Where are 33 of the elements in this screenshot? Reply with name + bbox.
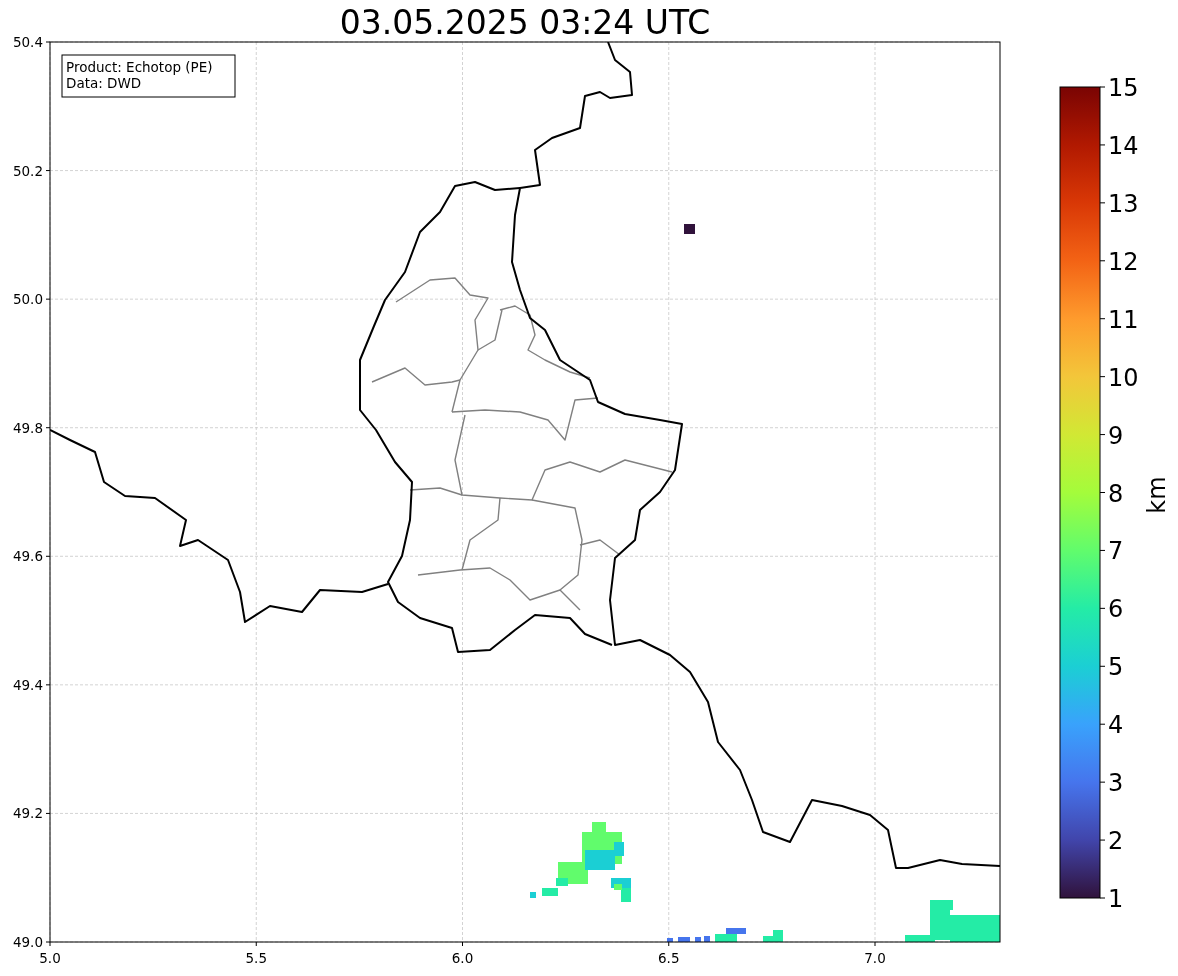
colorbar-tick-label: 5	[1108, 653, 1124, 682]
colorbar-tick-label: 12	[1108, 247, 1139, 276]
colorbar-tick-label: 8	[1108, 479, 1124, 508]
info-text: Data: DWD	[66, 75, 142, 91]
y-tick-label: 49.6	[12, 548, 43, 565]
x-tick-label: 6.0	[451, 950, 474, 966]
colorbar-label: km	[1143, 476, 1171, 514]
y-tick-label: 50.4	[12, 34, 43, 50]
radar-echo-pixel	[684, 224, 695, 234]
colorbar-tick-label: 6	[1108, 595, 1124, 624]
colorbar-tick-label: 10	[1108, 363, 1139, 392]
y-tick-label: 49.4	[12, 676, 43, 693]
x-tick-label: 5.5	[245, 950, 267, 966]
y-tick-label: 50.0	[12, 291, 43, 308]
x-tick-label: 5.0	[39, 950, 61, 966]
y-tick-label: 49.8	[12, 419, 43, 436]
colorbar-tick-label: 4	[1108, 711, 1124, 740]
colorbar-tick-label: 14	[1108, 131, 1139, 160]
colorbar-tick-label: 11	[1108, 305, 1139, 334]
chart-title: 03.05.2025 03:24 UTC	[339, 3, 711, 42]
colorbar-tick-label: 15	[1108, 74, 1139, 102]
y-tick-label: 49.0	[12, 934, 43, 950]
x-tick-label: 7.0	[864, 950, 886, 966]
colorbar-tick-label: 2	[1108, 827, 1124, 856]
x-tick-label: 6.5	[658, 950, 680, 966]
colorbar-tick-label: 13	[1108, 189, 1139, 218]
colorbar-tick-label: 7	[1108, 537, 1124, 566]
y-tick-label: 50.2	[12, 162, 43, 179]
y-tick-label: 49.2	[12, 805, 43, 822]
colorbar-tick-label: 1	[1108, 885, 1124, 913]
colorbar-tick-label: 9	[1108, 421, 1124, 450]
info-text: Product: Echotop (PE)	[66, 59, 213, 75]
colorbar-tick-label: 3	[1108, 769, 1124, 798]
